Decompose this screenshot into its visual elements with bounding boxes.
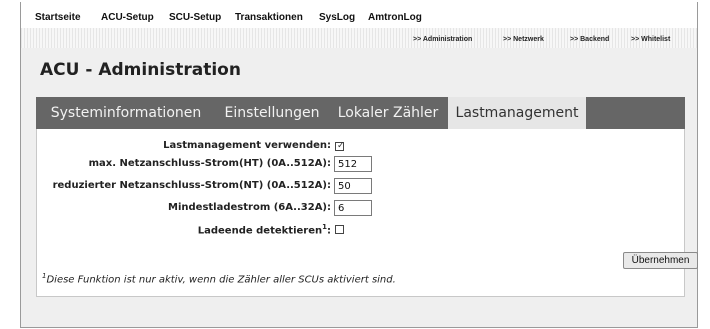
label-detect-charge-end: Ladeende detektieren1: [198,223,331,236]
page-title: ACU - Administration [40,60,241,80]
subnav-backend[interactable]: >> Backend [570,36,609,43]
label-detect-text: Ladeende detektieren [197,225,323,237]
nav-syslog[interactable]: SysLog [319,12,355,23]
tab-lokaler-zaehler[interactable]: Lokaler Zähler [328,97,448,129]
tab-systeminformationen[interactable]: Systeminformationen [36,97,216,129]
label-detect-colon: : [327,225,331,237]
checkbox-use-load-mgmt[interactable]: ✓ [335,141,345,151]
input-max-current[interactable] [334,156,372,172]
page-frame: Startseite ACU-Setup SCU-Setup Transakti… [20,2,698,328]
label-min-charge: Mindestladestrom (6A..32A): [168,202,331,213]
row-max-current: max. Netzanschluss-Strom(HT) (0A..512A): [37,157,331,173]
tab-lastmanagement[interactable]: Lastmanagement [448,97,586,129]
input-min-charge[interactable] [334,200,372,216]
checkmark-icon: ✓ [337,141,345,151]
nav-scu-setup[interactable]: SCU-Setup [169,12,221,23]
nav-amtronlog[interactable]: AmtronLog [368,12,422,23]
subnav-whitelist[interactable]: >> Whitelist [631,36,670,43]
nav-acu-setup[interactable]: ACU-Setup [101,12,154,23]
checkbox-detect-charge-end[interactable] [335,225,344,234]
subnav-administration[interactable]: >> Administration [413,36,472,43]
apply-button[interactable]: Übernehmen [623,252,698,269]
footnote-text: Diese Funktion ist nur aktiv, wenn die Z… [46,274,396,286]
row-detect-charge-end: Ladeende detektieren1: [37,222,331,238]
nav-startseite[interactable]: Startseite [35,12,81,23]
row-use-load-mgmt: Lastmanagement verwenden: [37,139,331,155]
lastmanagement-panel: Lastmanagement verwenden: ✓ max. Netzans… [36,129,698,297]
row-reduced-current: reduzierter Netzanschluss-Strom(NT) (0A.… [37,179,331,195]
nav-transaktionen[interactable]: Transaktionen [235,12,303,23]
label-use-load-mgmt: Lastmanagement verwenden: [163,140,331,151]
row-min-charge: Mindestladestrom (6A..32A): [37,201,331,217]
subnav-netzwerk[interactable]: >> Netzwerk [503,36,544,43]
top-navigation: Startseite ACU-Setup SCU-Setup Transakti… [21,2,697,28]
label-reduced-current: reduzierter Netzanschluss-Strom(NT) (0A.… [52,180,331,191]
input-reduced-current[interactable] [334,178,372,194]
tab-einstellungen[interactable]: Einstellungen [216,97,328,129]
tab-bar: Systeminformationen Einstellungen Lokale… [36,97,685,129]
footnote: 1Diese Funktion ist nur aktiv, wenn die … [42,272,396,285]
label-max-current: max. Netzanschluss-Strom(HT) (0A..512A): [88,158,331,169]
